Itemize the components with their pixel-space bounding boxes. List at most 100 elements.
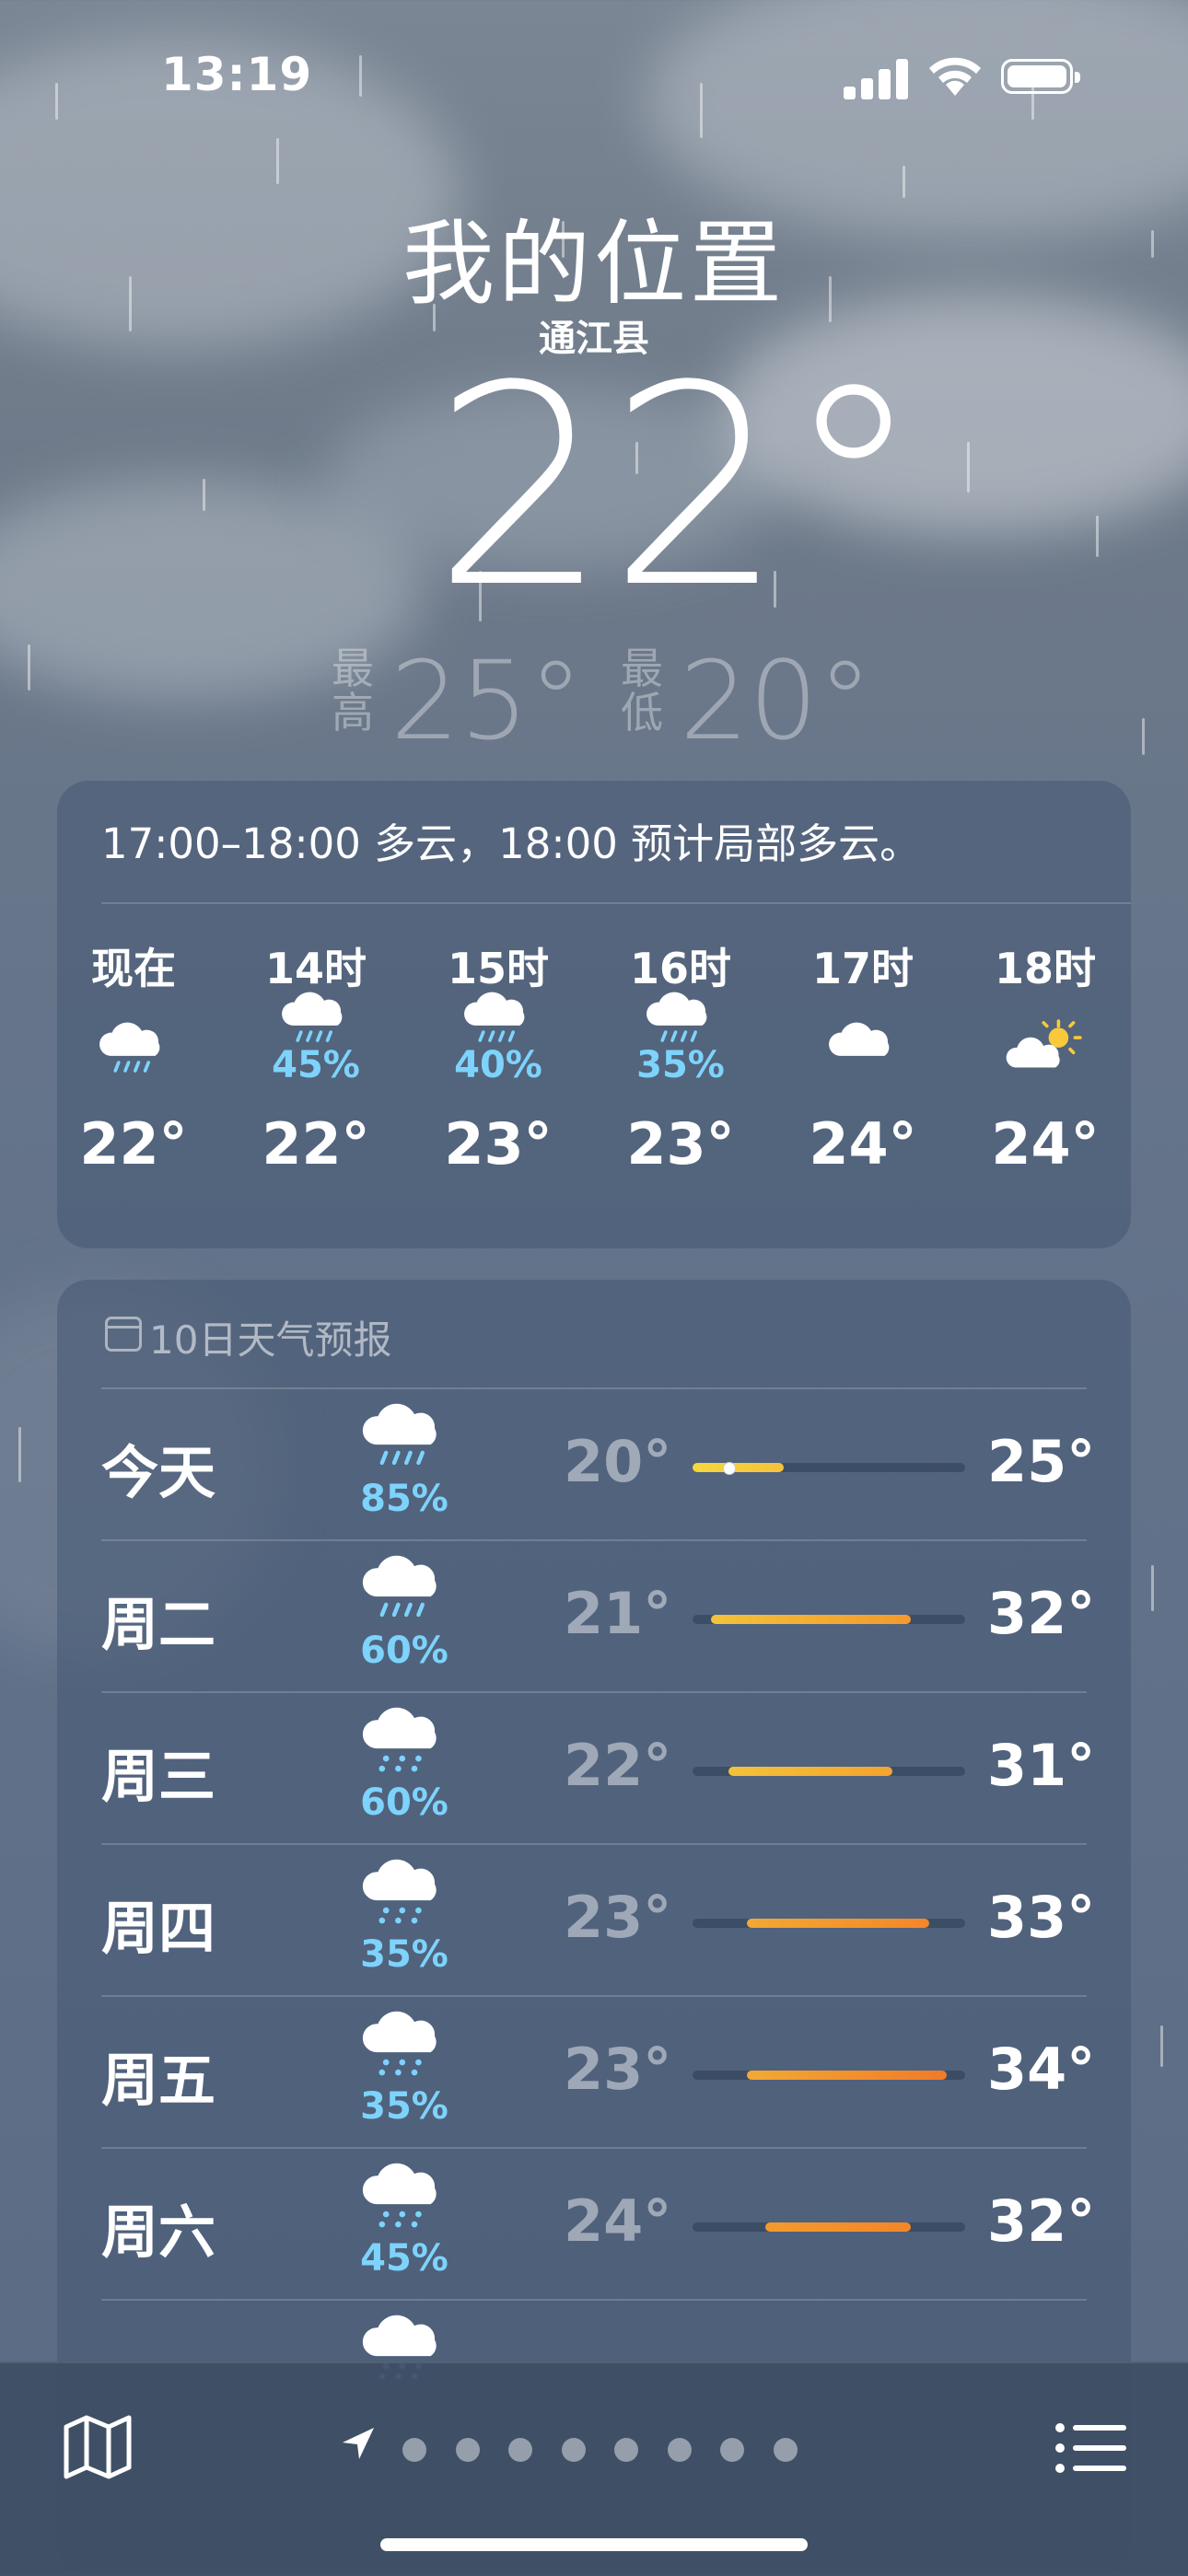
forecast-high: 31° <box>987 1732 1096 1799</box>
forecast-precip: 60% <box>360 1630 448 1672</box>
cellular-signal-icon <box>844 57 908 99</box>
hourly-item: 17时 24° <box>789 935 937 1178</box>
cloud-rain-icon <box>354 1397 455 1479</box>
cloud-drizzle-icon <box>354 1700 455 1783</box>
forecast-low: 22° <box>564 1732 672 1799</box>
page-dot[interactable] <box>667 2438 692 2462</box>
hour-temp: 24° <box>991 1110 1100 1178</box>
divider <box>101 1691 1087 1693</box>
divider <box>101 1995 1087 1997</box>
hourly-item: 16时 35% 23° <box>607 935 754 1178</box>
forecast-day: 周三 <box>101 1743 216 1810</box>
forecast-row[interactable]: 周四 35% 23° 33° <box>57 1843 1131 1995</box>
bottom-toolbar <box>0 2361 1188 2576</box>
hour-temp: 24° <box>809 1110 917 1178</box>
forecast-precip: 60% <box>360 1781 448 1824</box>
page-dot[interactable] <box>455 2438 480 2462</box>
hour-temp: 23° <box>626 1110 735 1178</box>
hourly-forecast-card[interactable]: 17:00–18:00 多云，18:00 预计局部多云。 现在 22° 14时 45%… <box>57 781 1131 1248</box>
low-label: 最 低 <box>621 644 663 737</box>
page-dot[interactable] <box>614 2438 638 2462</box>
temp-range-track <box>693 1615 965 1624</box>
cloud-rain-icon <box>354 1549 455 1631</box>
hour-precip: 45% <box>272 1044 360 1086</box>
forecast-day: 周六 <box>101 2199 216 2266</box>
hour-label: 16时 <box>629 944 731 993</box>
forecast-high: 32° <box>987 2187 1096 2255</box>
temp-range-track <box>693 2222 965 2232</box>
location-title: 我的位置 <box>402 210 786 318</box>
forecast-row[interactable]: 今天 85% 20° 25° <box>57 1387 1131 1539</box>
forecast-high: 33° <box>987 1884 1096 1951</box>
page-dot[interactable] <box>561 2438 586 2462</box>
divider <box>101 2147 1087 2149</box>
current-temp-dot <box>723 1462 737 1475</box>
hour-label: 17时 <box>811 944 914 993</box>
hour-temp: 23° <box>444 1110 553 1178</box>
forecast-row[interactable]: 周五 35% 23° 34° <box>57 1995 1131 2147</box>
forecast-day: 今天 <box>101 1439 216 1506</box>
hour-label: 15时 <box>447 944 549 993</box>
status-bar: 13:19 <box>0 0 1188 157</box>
temp-range-bar <box>728 1767 893 1776</box>
temp-range-bar <box>747 2071 948 2080</box>
map-icon[interactable] <box>63 2414 133 2480</box>
rain-streak <box>967 442 970 493</box>
hour-temp: 22° <box>79 1110 188 1178</box>
location-arrow-icon[interactable] <box>337 2424 378 2465</box>
current-temperature: 22° <box>433 327 923 648</box>
temp-range-track <box>693 2071 965 2080</box>
forecast-low: 20° <box>564 1428 672 1495</box>
page-dot[interactable] <box>402 2438 426 2462</box>
temp-range-bar <box>764 2222 911 2232</box>
status-time: 13:19 <box>161 48 313 101</box>
hour-label: 现在 <box>91 944 176 993</box>
forecast-row[interactable]: 周三 60% 22° 31° <box>57 1691 1131 1843</box>
hourly-item: 15时 40% 23° <box>425 935 572 1178</box>
hour-label: 14时 <box>264 944 367 993</box>
temp-range-track <box>693 1767 965 1776</box>
cloud-rain-icon <box>60 987 207 1097</box>
hour-precip: 40% <box>454 1044 542 1086</box>
forecast-low: 23° <box>564 1884 672 1951</box>
temp-range-bar <box>710 1615 911 1624</box>
temp-range-track <box>693 1462 965 1475</box>
hour-label: 18时 <box>994 944 1096 993</box>
forecast-precip: 35% <box>360 1933 448 1976</box>
forecast-row[interactable]: 周二 60% 21° 32° <box>57 1539 1131 1691</box>
rain-streak <box>1096 516 1099 557</box>
divider <box>101 2299 1087 2301</box>
cloud-icon <box>789 987 937 1097</box>
forecast-high: 32° <box>987 1580 1096 1647</box>
forecast-day: 周五 <box>101 2047 216 2114</box>
rain-streak <box>1160 2025 1163 2067</box>
list-icon[interactable] <box>1054 2420 1126 2476</box>
forecast-row[interactable]: 周六 45% 24° 32° <box>57 2147 1131 2299</box>
forecast-day: 周二 <box>101 1591 216 1658</box>
rain-streak <box>18 1427 21 1482</box>
forecast-low: 21° <box>564 1580 672 1647</box>
cloud-drizzle-icon <box>354 1852 455 1935</box>
battery-icon <box>1001 59 1080 94</box>
rain-streak <box>1151 1565 1154 1611</box>
calendar-icon <box>105 1317 142 1352</box>
divider <box>101 1539 1087 1541</box>
forecast-precip: 35% <box>360 2085 448 2128</box>
forecast-day: 周四 <box>101 1895 216 1962</box>
rain-streak <box>203 479 205 511</box>
temp-range-track <box>693 1919 965 1928</box>
hourly-item: 18时 24° <box>972 935 1119 1178</box>
forecast-title: 10日天气预报 <box>149 1317 392 1363</box>
divider <box>101 1843 1087 1845</box>
temp-range-bar <box>693 1462 784 1475</box>
page-dot[interactable] <box>508 2438 532 2462</box>
forecast-low: 24° <box>564 2187 672 2255</box>
divider <box>101 1387 1087 1389</box>
cloud-drizzle-icon <box>354 2004 455 2087</box>
page-dot[interactable] <box>773 2438 798 2462</box>
divider <box>101 902 1131 904</box>
hourly-item: 现在 22° <box>60 935 207 1178</box>
high-low-summary: 最 高 25° 最 低 20° <box>0 635 1188 764</box>
page-dot[interactable] <box>720 2438 744 2462</box>
cloud-drizzle-icon <box>354 2156 455 2239</box>
